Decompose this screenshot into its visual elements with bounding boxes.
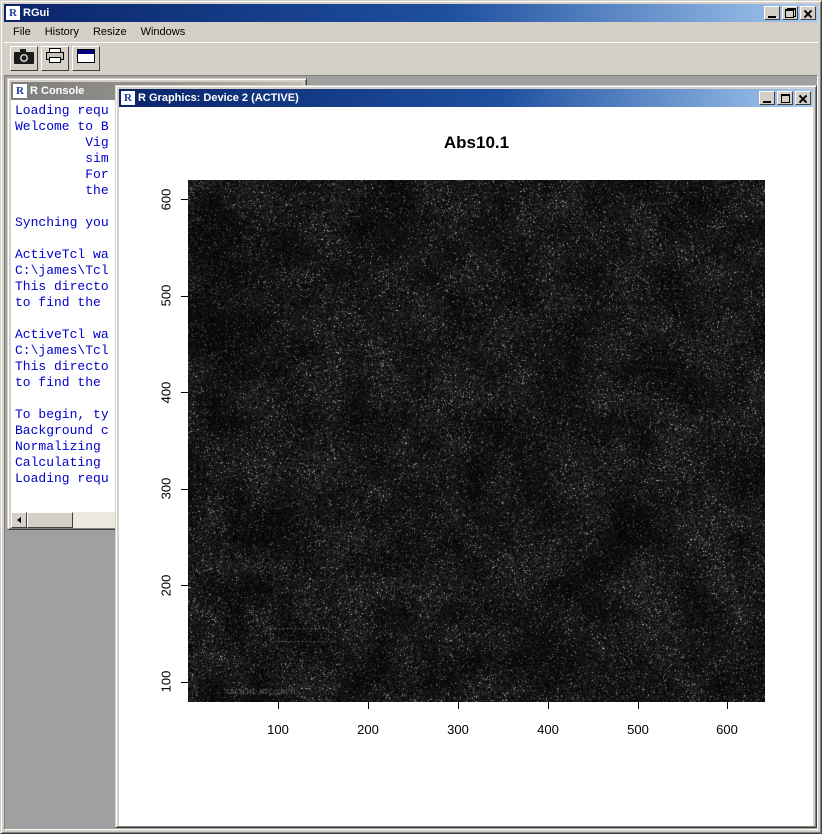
window-title: RGui <box>23 7 761 19</box>
plot-title: Abs10.1 <box>188 133 765 153</box>
printer-icon <box>45 48 65 69</box>
graphics-titlebar[interactable]: R R Graphics: Device 2 (ACTIVE) <box>119 89 813 107</box>
window-icon <box>77 49 95 68</box>
graphics-title: R Graphics: Device 2 (ACTIVE) <box>138 92 756 104</box>
microarray-image <box>188 180 765 702</box>
rgui-app-icon: R <box>6 6 20 20</box>
toolbar <box>4 42 818 74</box>
y-axis-label: 300 <box>159 469 172 509</box>
menu-windows[interactable]: Windows <box>134 23 193 41</box>
y-axis-tick <box>181 682 188 683</box>
x-axis-tick <box>368 702 369 709</box>
y-axis-label: 600 <box>159 180 172 220</box>
menu-history[interactable]: History <box>38 23 86 41</box>
titlebar[interactable]: R RGui <box>4 4 818 22</box>
minimize-icon <box>768 16 776 18</box>
window-focus-button[interactable] <box>72 46 100 71</box>
graphics-window-controls <box>759 91 811 105</box>
y-axis-tick <box>181 489 188 490</box>
graphics-maximize-button[interactable] <box>777 91 793 105</box>
y-axis-tick <box>181 585 188 586</box>
plot-device-area: Abs10.1 100 200 300 400 500 600 <box>119 107 813 826</box>
graphics-minimize-button[interactable] <box>759 91 775 105</box>
camera-icon <box>14 49 34 69</box>
close-button[interactable] <box>800 6 816 20</box>
maximize-icon <box>781 94 790 103</box>
restore-icon <box>785 8 796 18</box>
snapshot-button[interactable] <box>10 46 38 71</box>
r-console-icon: R <box>13 84 27 98</box>
y-axis-tick <box>181 392 188 393</box>
menubar: File History Resize Windows <box>4 22 818 42</box>
window-controls <box>764 6 816 20</box>
x-axis-tick <box>548 702 549 709</box>
y-axis-tick <box>181 296 188 297</box>
x-axis-label: 600 <box>702 722 752 737</box>
menu-file[interactable]: File <box>6 23 38 41</box>
y-axis-label: 400 <box>159 373 172 413</box>
y-axis-label: 200 <box>159 566 172 606</box>
restore-button[interactable] <box>782 6 798 20</box>
x-axis-tick <box>727 702 728 709</box>
y-axis-label: 500 <box>159 276 172 316</box>
r-graphics-window: R R Graphics: Device 2 (ACTIVE) Abs10.1 <box>115 85 817 828</box>
rgui-window: R RGui File History Resize Windows <box>0 0 822 834</box>
x-axis-label: 500 <box>613 722 663 737</box>
minimize-button[interactable] <box>764 6 780 20</box>
x-axis-label: 100 <box>253 722 303 737</box>
x-axis-label: 300 <box>433 722 483 737</box>
y-axis-tick <box>181 199 188 200</box>
arrow-left-icon <box>17 517 21 523</box>
x-axis-tick <box>278 702 279 709</box>
graphics-close-button[interactable] <box>795 91 811 105</box>
x-axis-tick <box>458 702 459 709</box>
close-icon <box>803 9 813 18</box>
print-button[interactable] <box>41 46 69 71</box>
mdi-workspace: R R Console Loading requ Welcome to B Vi… <box>4 75 818 830</box>
menu-resize[interactable]: Resize <box>86 23 134 41</box>
x-axis-tick <box>638 702 639 709</box>
r-graphics-icon: R <box>121 91 135 105</box>
y-axis-label: 100 <box>159 662 172 702</box>
x-axis-label: 400 <box>523 722 573 737</box>
scroll-left-button[interactable] <box>11 512 27 528</box>
minimize-icon <box>763 101 771 103</box>
x-axis-label: 200 <box>343 722 393 737</box>
scrollbar-thumb[interactable] <box>27 512 73 528</box>
close-icon <box>798 94 808 103</box>
